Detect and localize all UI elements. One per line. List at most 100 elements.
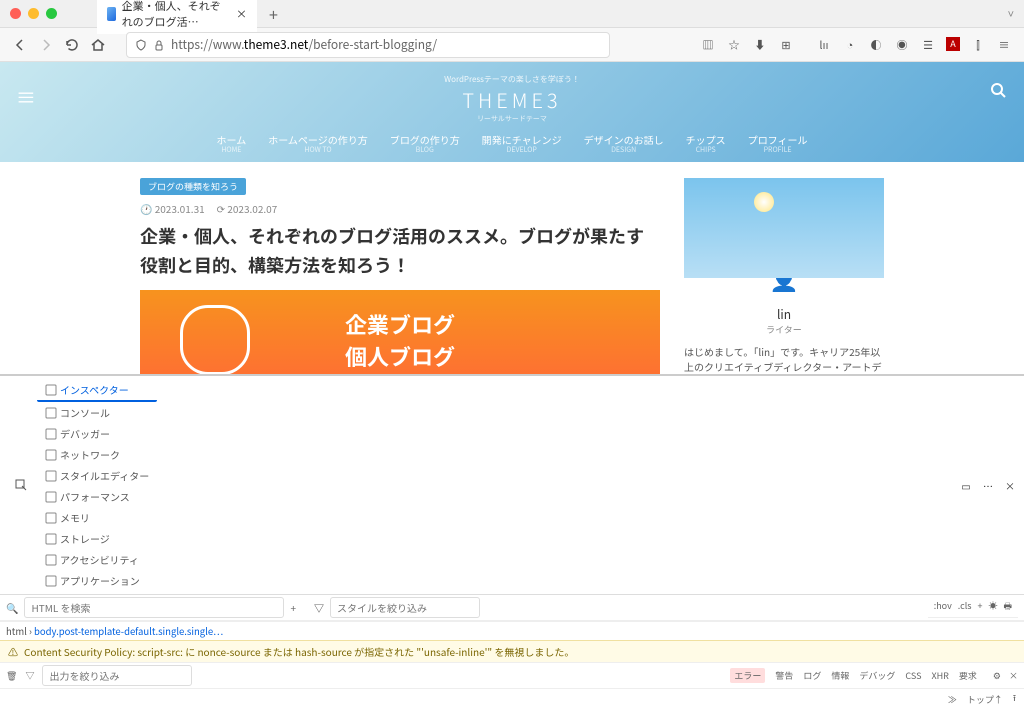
devtools-tab[interactable]: アクセシビリティ — [37, 549, 157, 570]
sidebar-column: 👤 lin ライター はじめまして。「lin」です。キャリア25年以上のクリエイ… — [684, 178, 884, 374]
author-bio: はじめまして。「lin」です。キャリア25年以上のクリエイティブディレクター・ア… — [684, 344, 884, 374]
ext1-icon[interactable]: ◐ — [868, 37, 884, 53]
home-button[interactable] — [90, 37, 106, 53]
dom-search-input[interactable] — [24, 597, 284, 618]
date-created: 🕐 2023.01.31 — [140, 201, 205, 216]
warning-icon: ⚠ — [8, 644, 18, 659]
console-close-icon[interactable]: × — [1009, 669, 1018, 682]
traffic-lights — [10, 8, 57, 19]
status-filter[interactable]: エラー — [730, 668, 765, 683]
site-tagline: WordPressテーマの楽しさを学ぼう！ — [0, 74, 1024, 85]
window-chevron-icon[interactable]: ˅ — [1008, 6, 1014, 22]
site-header: ≡ WordPressテーマの楽しさを学ぼう！ THEME3 リーサルサードテー… — [0, 62, 1024, 162]
status-filter[interactable]: デバッグ — [859, 669, 895, 682]
gear-icon[interactable]: ⚙ — [993, 669, 1001, 682]
hov-toggle[interactable]: :hov — [934, 599, 952, 615]
dom-breadcrumb[interactable]: html › body.post-template-default.single… — [0, 621, 1024, 640]
featured-image: 企業ブログ 個人ブログ — [140, 290, 660, 374]
lock-icon — [153, 39, 165, 51]
console-filter-bar: 🗑 ▽ エラー警告ログ情報デバッグ CSS XHR 要求 ⚙ × — [0, 662, 1024, 688]
nav-item[interactable]: ブログの作り方BLOG — [390, 134, 460, 154]
ext3-icon[interactable]: ☰ — [920, 37, 936, 53]
status-filter[interactable]: CSS — [905, 669, 921, 682]
search-icon: 🔍 — [6, 600, 18, 615]
nav-item[interactable]: ホームHOME — [217, 134, 247, 154]
devtools-panel: インスペクターコンソールデバッガーネットワークスタイルエディターパフォーマンスメ… — [0, 374, 1024, 627]
devtools-dock-icon[interactable]: ⋯ — [980, 477, 996, 493]
filter-icon: ▽ — [25, 669, 34, 682]
cls-toggle[interactable]: .cls — [958, 599, 972, 615]
devtools-tab[interactable]: パフォーマンス — [37, 486, 157, 507]
author-name: lin — [684, 306, 884, 323]
main-nav: ホームHOME ホームページの作り方HOW TO ブログの作り方BLOG 開発にチャレ… — [0, 134, 1024, 154]
ext2-icon[interactable]: ◉ — [894, 37, 910, 53]
console-warning: ⚠ Content Security Policy: script-src: に… — [0, 640, 1024, 662]
ext4-icon[interactable]: A — [946, 37, 960, 51]
forward-button[interactable] — [38, 37, 54, 53]
browser-tab-active[interactable]: 企業・個人、それぞれのブログ活… × — [97, 0, 257, 34]
devtools-statusbar: ≫ トップ↑ ⭱ — [0, 688, 1024, 709]
browser-toolbar: https://www.theme3.net/before-start-blog… — [0, 28, 1024, 62]
style-filter-input[interactable] — [330, 597, 480, 618]
status-filter[interactable]: XHR — [931, 669, 948, 682]
nav-item[interactable]: チップスCHIPS — [686, 134, 726, 154]
tab-strip: 企業・個人、それぞれのブログ活… × + — [97, 0, 284, 34]
main-column: ブログの種類を知ろう 🕐 2023.01.31 ⟳ 2023.02.07 企業・… — [140, 178, 660, 374]
reload-button[interactable] — [64, 37, 80, 53]
page-viewport: ≡ WordPressテーマの楽しさを学ぼう！ THEME3 リーサルサードテー… — [0, 62, 1024, 374]
close-window-button[interactable] — [10, 8, 21, 19]
maximize-window-button[interactable] — [46, 8, 57, 19]
author-cover — [684, 178, 884, 278]
url-text: https://www.theme3.net/before-start-blog… — [171, 36, 437, 53]
status-filter[interactable]: 情報 — [831, 669, 849, 682]
add-rule-button[interactable]: + — [290, 600, 296, 615]
window-titlebar: 企業・個人、それぞれのブログ活… × + ˅ — [0, 0, 1024, 28]
shield-icon — [135, 39, 147, 51]
devtools-tab[interactable]: メモリ — [37, 507, 157, 528]
console-filter-input[interactable] — [42, 665, 192, 686]
hamburger-icon[interactable]: ≡ — [16, 82, 36, 111]
devtools-tab[interactable]: インスペクター — [37, 379, 157, 402]
devtools-tab[interactable]: スタイルエディター — [37, 465, 157, 486]
devtools-tab[interactable]: デバッガー — [37, 423, 157, 444]
reader-icon[interactable]: ▥ — [700, 37, 716, 53]
nav-item[interactable]: ホームページの作り方HOW TO — [268, 134, 368, 154]
download-icon[interactable]: ⬇ — [752, 37, 768, 53]
devtools-tab[interactable]: ネットワーク — [37, 444, 157, 465]
minimize-window-button[interactable] — [28, 8, 39, 19]
site-sub: リーサルサードテーマ — [0, 114, 1024, 124]
filter-icon: ▽ — [314, 600, 324, 615]
favicon-icon — [107, 7, 116, 21]
tab-close-icon[interactable]: × — [236, 6, 247, 22]
menu-icon[interactable]: ≡ — [996, 37, 1012, 53]
pocket-icon[interactable]: ◔ — [842, 37, 858, 53]
account-icon[interactable]: lıı — [816, 37, 832, 53]
category-tag[interactable]: ブログの種類を知ろう — [140, 178, 246, 195]
devtools-tab[interactable]: アプリケーション — [37, 570, 157, 591]
nav-item[interactable]: 開発にチャレンジDEVELOP — [482, 134, 562, 154]
devtools-close-icon[interactable]: × — [1002, 477, 1018, 493]
devtools-tab[interactable]: コンソール — [37, 402, 157, 423]
light-icon[interactable]: ☀ — [988, 599, 997, 615]
post-title: 企業・個人、それぞれのブログ活用のススメ。ブログが果たす役割と目的、構築方法を知… — [140, 222, 660, 280]
devtools-tab[interactable]: ストレージ — [37, 528, 157, 549]
scroll-top-link[interactable]: トップ↑ — [967, 693, 1003, 706]
nav-item[interactable]: デザインのお話しDESIGN — [584, 134, 664, 154]
new-tab-button[interactable]: + — [263, 2, 284, 26]
back-button[interactable] — [12, 37, 28, 53]
inspect-picker-icon[interactable] — [6, 475, 36, 495]
status-filter[interactable]: ログ — [803, 669, 821, 682]
post-dates: 🕐 2023.01.31 ⟳ 2023.02.07 — [140, 201, 660, 216]
url-bar[interactable]: https://www.theme3.net/before-start-blog… — [126, 32, 610, 58]
extension-icon[interactable]: ⊞ — [778, 37, 794, 53]
status-filter[interactable]: 警告 — [775, 669, 793, 682]
print-icon[interactable]: 🖶 — [1004, 599, 1013, 615]
add-class-button[interactable]: + — [977, 599, 982, 615]
library-icon[interactable]: ⫿ — [970, 37, 986, 53]
status-filter[interactable]: 要求 — [959, 669, 977, 682]
nav-item[interactable]: プロフィールPROFILE — [748, 134, 808, 154]
devtools-rdm-icon[interactable]: ▭ — [958, 477, 974, 493]
bookmark-star-icon[interactable]: ☆ — [726, 37, 742, 53]
trash-icon[interactable]: 🗑 — [6, 669, 17, 682]
site-logo[interactable]: THEME3 — [0, 85, 1024, 114]
